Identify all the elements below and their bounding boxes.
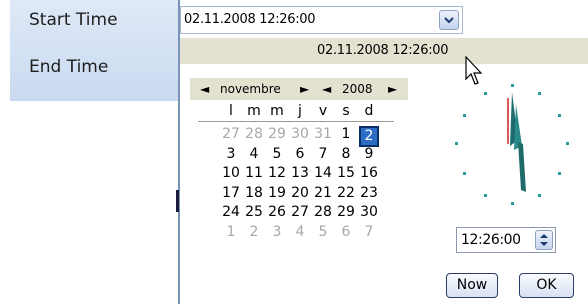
calendar-day[interactable]: 6 bbox=[290, 146, 310, 162]
calendar-day[interactable]: 26 bbox=[267, 204, 287, 220]
calendar-day[interactable]: 19 bbox=[267, 185, 287, 201]
prev-month-button[interactable]: ◄ bbox=[200, 82, 209, 96]
calendar-day[interactable]: 4 bbox=[290, 224, 310, 240]
calendar-day[interactable]: 23 bbox=[359, 185, 379, 201]
divider-mark bbox=[176, 190, 179, 212]
calendar-day[interactable]: 9 bbox=[359, 146, 379, 162]
calendar-day[interactable]: 31 bbox=[313, 126, 333, 142]
calendar-day[interactable]: 5 bbox=[267, 146, 287, 162]
calendar-day[interactable]: 15 bbox=[336, 165, 356, 181]
calendar-day[interactable]: 7 bbox=[313, 146, 333, 162]
calendar-day[interactable]: 11 bbox=[244, 165, 264, 181]
spinner-arrows-icon bbox=[540, 234, 548, 246]
start-time-input[interactable]: 02.11.2008 12:26:00 bbox=[180, 6, 463, 34]
prev-year-button[interactable]: ◄ bbox=[322, 82, 331, 96]
calendar-day[interactable]: 7 bbox=[359, 224, 379, 240]
weekday-label: m bbox=[247, 103, 261, 119]
calendar-day[interactable]: 10 bbox=[221, 165, 241, 181]
selected-datetime-bar: 02.11.2008 12:26:00 bbox=[180, 38, 588, 64]
month-label[interactable]: novembre bbox=[220, 82, 281, 96]
calendar-day[interactable]: 29 bbox=[336, 204, 356, 220]
weekday-label: d bbox=[364, 103, 374, 119]
calendar-day[interactable]: 13 bbox=[290, 165, 310, 181]
calendar-day[interactable]: 3 bbox=[221, 146, 241, 162]
time-spinner[interactable] bbox=[535, 230, 553, 250]
calendar-day[interactable]: 14 bbox=[313, 165, 333, 181]
calendar-day[interactable]: 16 bbox=[359, 165, 379, 181]
weekday-label: l bbox=[229, 103, 233, 119]
calendar-day[interactable]: 30 bbox=[359, 204, 379, 220]
calendar-day[interactable]: 2 bbox=[359, 126, 379, 147]
calendar-day[interactable]: 12 bbox=[267, 165, 287, 181]
weekday-label: s bbox=[342, 103, 350, 119]
time-value: 12:26:00 bbox=[461, 232, 521, 248]
calendar-day[interactable]: 6 bbox=[336, 224, 356, 240]
calendar-day[interactable]: 2 bbox=[244, 224, 264, 240]
weekday-divider bbox=[198, 121, 394, 122]
weekday-label: m bbox=[270, 103, 284, 119]
ok-button[interactable]: OK bbox=[519, 273, 574, 298]
start-time-label: Start Time bbox=[29, 10, 118, 30]
label-panel: Start Time End Time bbox=[10, 0, 178, 101]
start-time-value: 02.11.2008 12:26:00 bbox=[184, 12, 316, 27]
calendar-day[interactable]: 21 bbox=[313, 185, 333, 201]
calendar-day[interactable]: 28 bbox=[313, 204, 333, 220]
calendar-day[interactable]: 3 bbox=[267, 224, 287, 240]
end-time-label: End Time bbox=[29, 57, 109, 77]
calendar-day[interactable]: 22 bbox=[336, 185, 356, 201]
calendar-day[interactable]: 27 bbox=[290, 204, 310, 220]
year-label[interactable]: 2008 bbox=[342, 82, 373, 96]
next-year-button[interactable]: ► bbox=[388, 82, 397, 96]
calendar-day[interactable]: 25 bbox=[244, 204, 264, 220]
calendar-navigation: ◄ novembre ► ◄ 2008 ► bbox=[190, 78, 408, 100]
calendar-day[interactable]: 17 bbox=[221, 185, 241, 201]
dropdown-button[interactable] bbox=[439, 10, 459, 30]
weekday-label: j bbox=[298, 103, 302, 119]
calendar-day[interactable]: 20 bbox=[290, 185, 310, 201]
calendar-day[interactable]: 1 bbox=[336, 126, 356, 142]
next-month-button[interactable]: ► bbox=[300, 82, 309, 96]
calendar-day[interactable]: 18 bbox=[244, 185, 264, 201]
calendar-day[interactable]: 24 bbox=[221, 204, 241, 220]
calendar-day[interactable]: 5 bbox=[313, 224, 333, 240]
calendar-day[interactable]: 30 bbox=[290, 126, 310, 142]
calendar-day[interactable]: 28 bbox=[244, 126, 264, 142]
calendar-day[interactable]: 8 bbox=[336, 146, 356, 162]
chevron-down-icon bbox=[444, 17, 454, 24]
selected-datetime-value: 02.11.2008 12:26:00 bbox=[317, 43, 449, 58]
calendar-day[interactable]: 1 bbox=[221, 224, 241, 240]
calendar-day[interactable]: 27 bbox=[221, 126, 241, 142]
now-button[interactable]: Now bbox=[446, 273, 498, 298]
calendar-day[interactable]: 4 bbox=[244, 146, 264, 162]
calendar-day[interactable]: 29 bbox=[267, 126, 287, 142]
weekday-label: v bbox=[318, 103, 328, 119]
time-input[interactable]: 12:26:00 bbox=[456, 227, 556, 253]
analog-clock bbox=[455, 84, 569, 205]
